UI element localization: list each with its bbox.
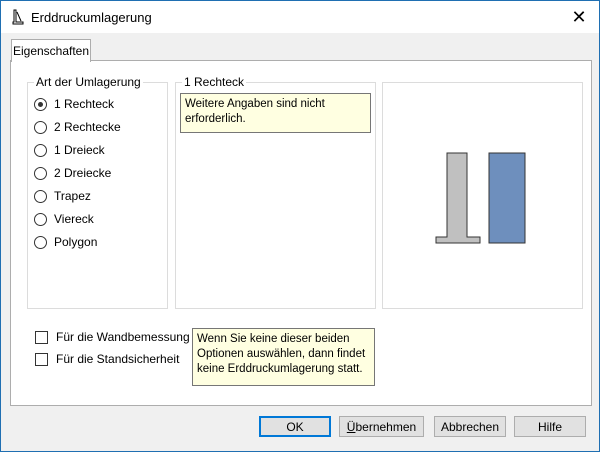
close-button[interactable]: ✕ [559, 1, 599, 33]
radio-indicator[interactable] [34, 166, 47, 180]
detail-hint: Weitere Angaben sind nicht erforderlich. [180, 93, 371, 133]
radio-label: 2 Rechtecke [54, 120, 121, 134]
radio-label: 1 Dreieck [54, 143, 105, 157]
apply-button-label: Übernehmen [347, 420, 416, 434]
ok-button[interactable]: OK [259, 416, 331, 437]
wandbemessung-checkbox-row[interactable]: Für die Wandbemessung [35, 330, 190, 344]
radio-polygon[interactable]: Polygon [34, 233, 97, 251]
art-der-umlagerung-group: Art der Umlagerung 1 Rechteck 2 Rechteck… [27, 75, 168, 309]
group-label: Art der Umlagerung [34, 75, 143, 89]
window-title: Erddruckumlagerung [31, 10, 152, 25]
standsicherheit-checkbox-row[interactable]: Für die Standsicherheit [35, 352, 179, 366]
apply-label-rest: bernehmen [355, 419, 417, 434]
pressure-rectangle [488, 152, 526, 244]
title-bar: Erddruckumlagerung ✕ [1, 1, 599, 33]
radio-1-dreieck[interactable]: 1 Dreieck [34, 141, 105, 159]
checkbox-label: Für die Standsicherheit [56, 352, 180, 366]
group-label: 1 Rechteck [182, 75, 247, 89]
radio-indicator[interactable] [34, 189, 47, 203]
help-button-label: Hilfe [537, 419, 562, 434]
dialog-window: Erddruckumlagerung ✕ Eigenschaften Art d… [0, 0, 600, 452]
radio-label: Polygon [54, 235, 98, 249]
retaining-wall-icon [12, 9, 24, 25]
radio-label: Trapez [54, 189, 91, 203]
options-hint: Wenn Sie keine dieser beiden Optionen au… [192, 328, 375, 386]
radio-indicator[interactable] [34, 97, 47, 111]
radio-viereck[interactable]: Viereck [34, 210, 94, 228]
radio-label: 2 Dreiecke [54, 166, 112, 180]
radio-1-rechteck[interactable]: 1 Rechteck [34, 95, 114, 113]
wall-preview-graphic [435, 152, 526, 244]
cancel-button-label: Abbrechen [440, 419, 500, 434]
preview-panel [382, 82, 583, 309]
ok-button-label: OK [286, 419, 304, 434]
apply-button[interactable]: Übernehmen [339, 416, 424, 437]
wandbemessung-checkbox[interactable] [35, 330, 48, 344]
radio-trapez[interactable]: Trapez [34, 187, 91, 205]
radio-2-dreiecke[interactable]: 2 Dreiecke [34, 164, 111, 182]
standsicherheit-checkbox[interactable] [35, 352, 48, 366]
radio-indicator[interactable] [34, 143, 47, 157]
tab-label: Eigenschaften [12, 44, 90, 58]
detail-hint-text: Weitere Angaben sind nicht erforderlich. [185, 98, 325, 125]
close-icon: ✕ [571, 6, 587, 27]
checkbox-label: Für die Wandbemessung [56, 330, 190, 344]
radio-indicator[interactable] [34, 212, 47, 226]
radio-label: 1 Rechteck [54, 97, 115, 111]
tab-eigenschaften[interactable]: Eigenschaften [11, 39, 91, 62]
radio-indicator[interactable] [34, 235, 47, 249]
help-button[interactable]: Hilfe [514, 416, 586, 437]
radio-indicator[interactable] [34, 120, 47, 134]
cancel-button[interactable]: Abbrechen [434, 416, 506, 437]
radio-label: Viereck [54, 212, 94, 226]
radio-2-rechtecke[interactable]: 2 Rechtecke [34, 118, 121, 136]
options-hint-text: Wenn Sie keine dieser beiden Optionen au… [197, 333, 366, 375]
wall-shape [435, 152, 481, 244]
tab-page: Art der Umlagerung 1 Rechteck 2 Rechteck… [10, 60, 592, 406]
detail-group: 1 Rechteck Weitere Angaben sind nicht er… [175, 75, 376, 309]
